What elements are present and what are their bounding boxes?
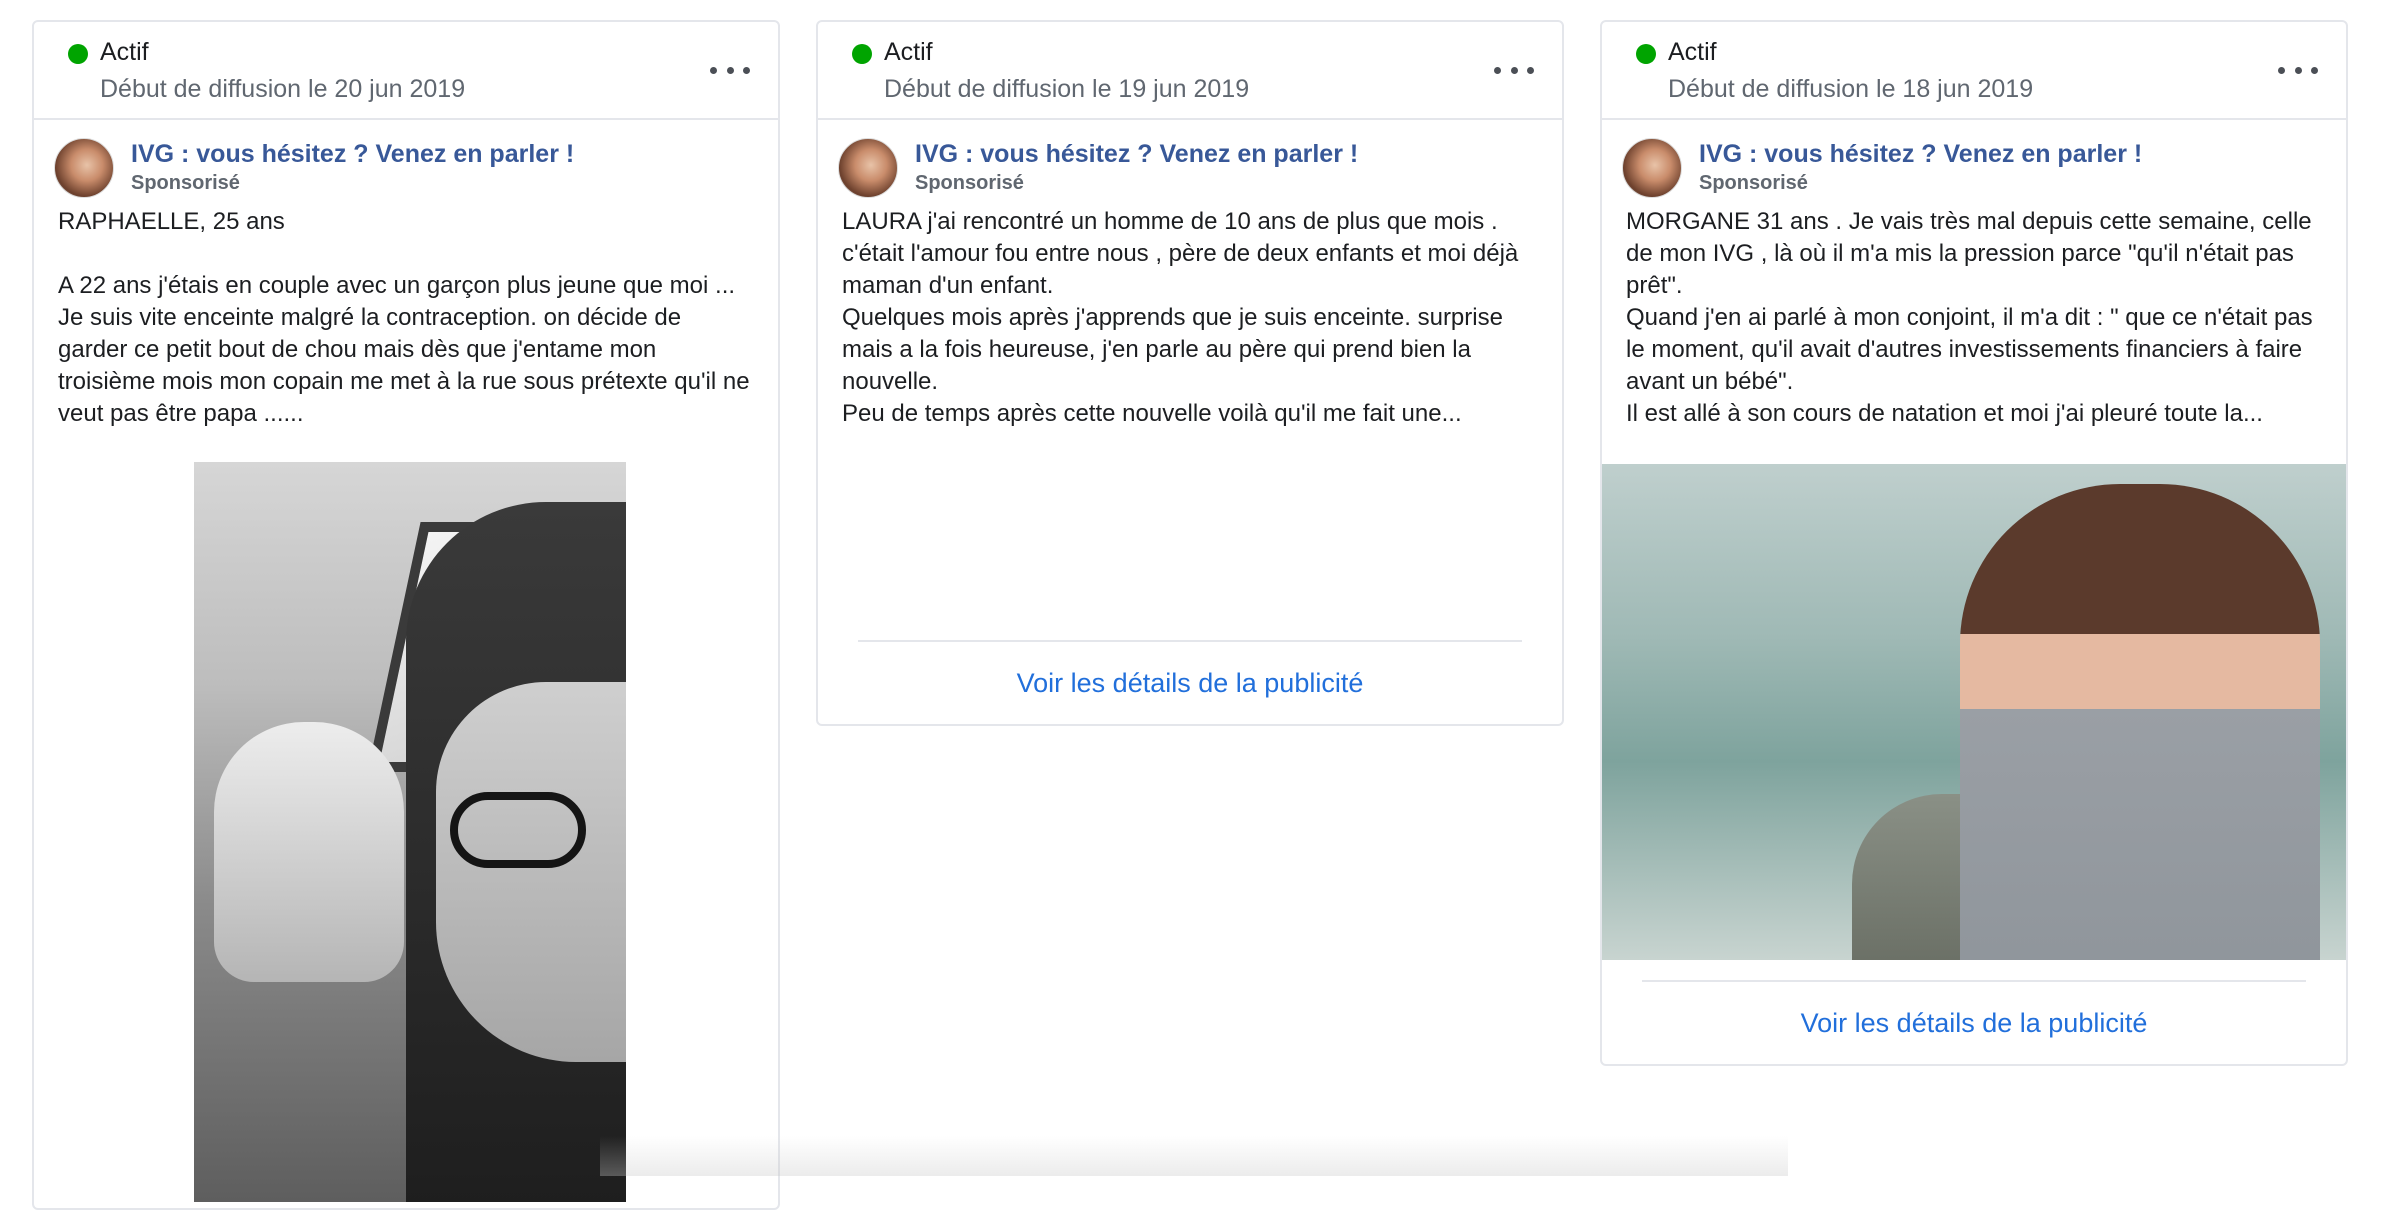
active-status-icon	[1636, 44, 1656, 64]
page-avatar[interactable]	[1622, 138, 1682, 198]
status-text: Actif	[884, 38, 933, 66]
divider	[858, 640, 1522, 642]
ad-image[interactable]	[1602, 464, 2346, 960]
page-name-link[interactable]: IVG : vous hésitez ? Venez en parler !	[915, 140, 1358, 169]
ad-card-header: Actif Début de diffusion le 19 jun 2019	[818, 22, 1562, 120]
dot-icon	[743, 66, 750, 74]
start-date: Début de diffusion le 18 jun 2019	[1668, 75, 2034, 103]
ad-page-header: IVG : vous hésitez ? Venez en parler ! S…	[1602, 120, 2346, 198]
dot-icon	[2278, 66, 2285, 74]
ad-body-text: LAURA j'ai rencontré un homme de 10 ans …	[842, 208, 1519, 427]
more-options-button[interactable]	[2278, 60, 2318, 80]
sponsored-label: Sponsorisé	[1699, 172, 1808, 194]
ad-body-text: MORGANE 31 ans . Je vais très mal depuis…	[1626, 208, 2313, 427]
ad-body-text: RAPHAELLE, 25 ans A 22 ans j'étais en co…	[58, 208, 750, 427]
dot-icon	[1494, 66, 1501, 74]
status-text: Actif	[1668, 38, 1717, 66]
page-avatar[interactable]	[838, 138, 898, 198]
sponsored-label: Sponsorisé	[131, 172, 240, 194]
divider	[1642, 980, 2306, 982]
start-date: Début de diffusion le 20 jun 2019	[100, 75, 466, 103]
ad-card-2: Actif Début de diffusion le 19 jun 2019 …	[816, 20, 1564, 726]
status-text: Actif	[100, 38, 149, 66]
more-options-button[interactable]	[1494, 60, 1534, 80]
ad-details-link[interactable]: Voir les détails de la publicité	[818, 668, 1562, 699]
page-name-link[interactable]: IVG : vous hésitez ? Venez en parler !	[131, 140, 574, 169]
ad-details-link[interactable]: Voir les détails de la publicité	[1602, 1008, 2346, 1039]
ad-card-3: Actif Début de diffusion le 18 jun 2019 …	[1600, 20, 2348, 1066]
image-child	[214, 722, 404, 982]
dot-icon	[2294, 66, 2302, 74]
image-woman	[1960, 484, 2320, 960]
image-face	[436, 682, 626, 1062]
ad-page-header: IVG : vous hésitez ? Venez en parler ! S…	[34, 120, 778, 198]
ad-page-header: IVG : vous hésitez ? Venez en parler ! S…	[818, 120, 1562, 198]
dot-icon	[710, 66, 717, 74]
image-glasses	[450, 792, 586, 868]
ad-card-1: Actif Début de diffusion le 20 jun 2019 …	[32, 20, 780, 1210]
page-name-link[interactable]: IVG : vous hésitez ? Venez en parler !	[1699, 140, 2142, 169]
ad-image[interactable]	[194, 462, 626, 1202]
dot-icon	[1510, 66, 1518, 74]
active-status-icon	[852, 44, 872, 64]
start-date: Début de diffusion le 19 jun 2019	[884, 75, 1250, 103]
active-status-icon	[68, 44, 88, 64]
ad-card-header: Actif Début de diffusion le 18 jun 2019	[1602, 22, 2346, 120]
more-options-button[interactable]	[710, 60, 750, 80]
sponsored-label: Sponsorisé	[915, 172, 1024, 194]
page-avatar[interactable]	[54, 138, 114, 198]
dot-icon	[726, 66, 734, 74]
dot-icon	[1527, 66, 1534, 74]
ad-card-header: Actif Début de diffusion le 20 jun 2019	[34, 22, 778, 120]
dot-icon	[2311, 66, 2318, 74]
